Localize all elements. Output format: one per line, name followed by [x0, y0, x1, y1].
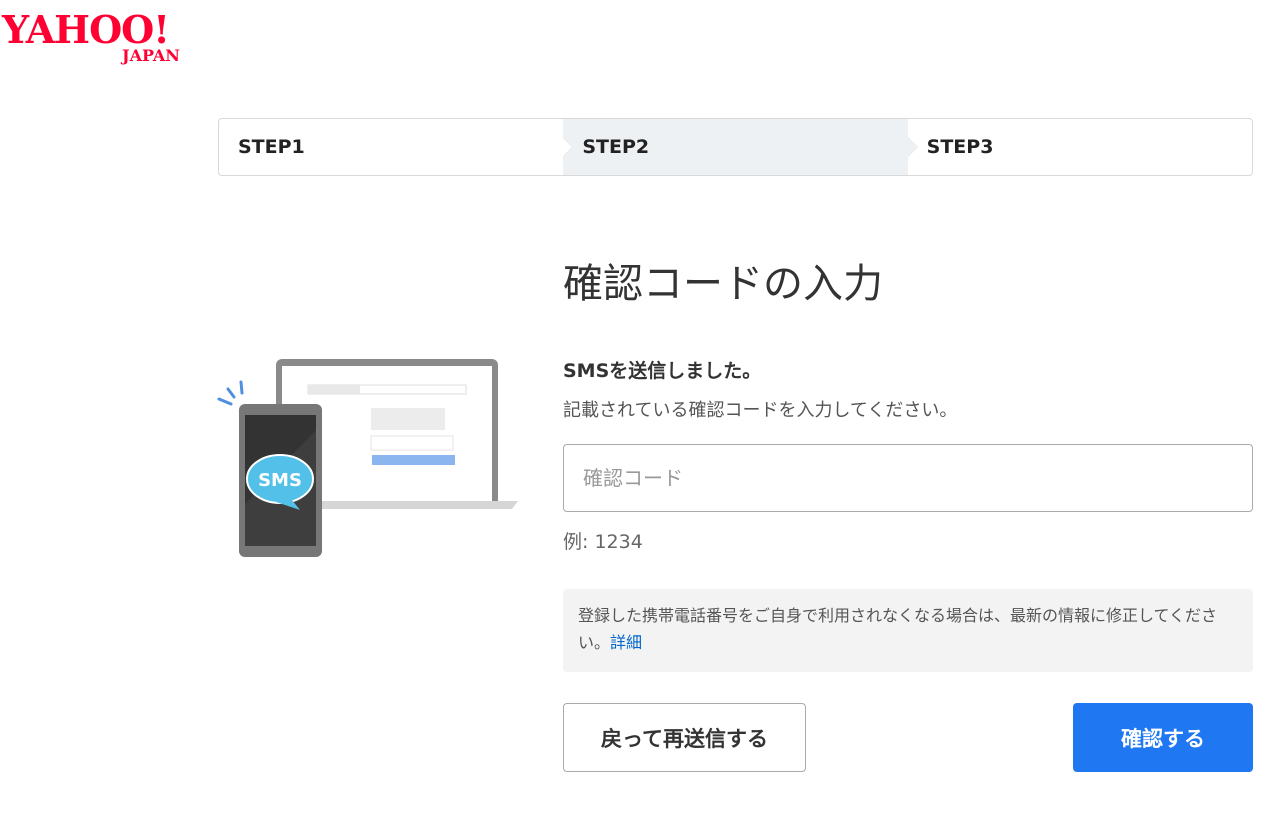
screen-step-active-shape: [308, 385, 360, 394]
details-link[interactable]: 詳細: [610, 633, 642, 652]
step-1: STEP1: [219, 119, 574, 175]
step-1-label: STEP1: [238, 136, 305, 158]
back-resend-button[interactable]: 戻って再送信する: [563, 703, 806, 772]
step-progress-bar: STEP1 STEP2 STEP3: [218, 118, 1253, 176]
confirm-button[interactable]: 確認する: [1073, 703, 1253, 772]
signal-line-shape: [217, 397, 233, 406]
step-2-current: STEP2: [563, 119, 918, 175]
step-2-label: STEP2: [582, 136, 650, 158]
sms-badge-text: SMS: [258, 470, 302, 491]
step-separator-arrow: [563, 138, 573, 156]
step-3-label: STEP3: [926, 136, 994, 158]
example-text: 例: 1234: [563, 531, 643, 553]
verification-code-input[interactable]: [563, 444, 1253, 512]
step-3: STEP3: [908, 119, 1252, 175]
sms-device-illustration: SMS: [217, 359, 518, 557]
sms-sent-message: SMSを送信しました。: [563, 360, 762, 382]
instruction-text: 記載されている確認コードを入力してください。: [563, 400, 958, 421]
notice-text: 登録した携帯電話番号をご自身で利用されなくなる場合は、最新の情報に修正してくださ…: [578, 606, 1218, 652]
phone-number-notice: 登録した携帯電話番号をご自身で利用されなくなる場合は、最新の情報に修正してくださ…: [563, 589, 1253, 672]
signal-line-shape: [239, 380, 244, 395]
yahoo-japan-logo[interactable]: YAHOO! JAPAN: [2, 8, 212, 68]
screen-input-shape: [370, 435, 454, 451]
screen-block-shape: [371, 408, 445, 430]
step-separator-arrow: [907, 138, 917, 156]
sms-illustration: SMS: [216, 354, 522, 564]
page-title: 確認コードの入力: [563, 261, 883, 307]
screen-button-shape: [372, 455, 455, 465]
logo-sub-text: JAPAN: [122, 46, 180, 65]
signal-line-shape: [226, 387, 236, 399]
